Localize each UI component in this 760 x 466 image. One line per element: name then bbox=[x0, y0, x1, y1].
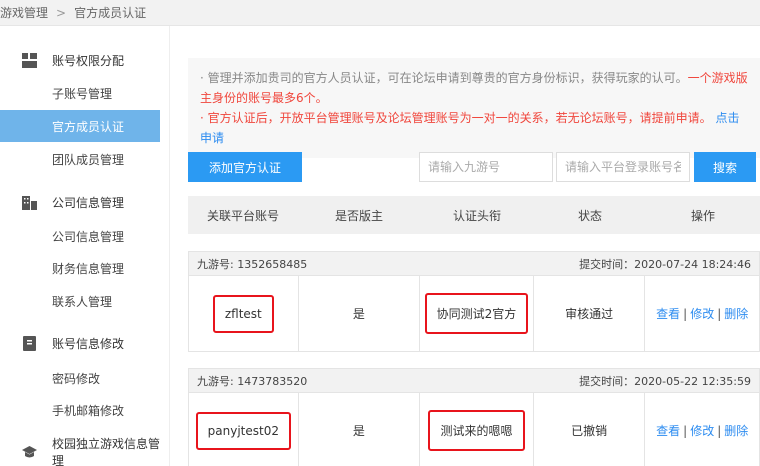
sidebar-group-label: 校园独立游戏信息管理 bbox=[52, 437, 161, 466]
table-header: 关联平台账号 是否版主 认证头衔 状态 操作 bbox=[188, 196, 760, 234]
sidebar-group-label: 账号信息修改 bbox=[52, 336, 125, 351]
search-button[interactable]: 搜索 bbox=[694, 152, 756, 182]
breadcrumb-separator: > bbox=[56, 5, 67, 20]
sidebar-item-team-members[interactable]: 团队成员管理 bbox=[0, 143, 160, 175]
auth-title: 协同测试2官方 bbox=[424, 293, 529, 334]
main-content: · 管理并添加贵司的官方人员认证，可在论坛申请到尊贵的官方身份标识，获得玩家的认… bbox=[170, 26, 760, 466]
sidebar-item-finance-info[interactable]: 财务信息管理 bbox=[0, 252, 160, 284]
sidebar-group-company-info[interactable]: 公司信息管理 bbox=[22, 192, 124, 212]
sidebar-group-label: 公司信息管理 bbox=[52, 195, 125, 210]
breadcrumb: 游戏管理 > 官方成员认证 bbox=[0, 0, 760, 26]
sidebar-item-company-info[interactable]: 公司信息管理 bbox=[0, 220, 160, 252]
record-header: 九游号: 1352658485 提交时间：2020-07-24 18:24:46 bbox=[188, 251, 760, 276]
sidebar-item-sub-accounts[interactable]: 子账号管理 bbox=[0, 77, 160, 109]
sidebar-item-password[interactable]: 密码修改 bbox=[0, 362, 160, 394]
sidebar-group-campus-games[interactable]: 校园独立游戏信息管理 bbox=[22, 437, 169, 466]
table-row: panyjtest02 是 测试来的嗯嗯 已撤销 查看 | 修改 | 删除 bbox=[188, 393, 760, 466]
header-auth-title: 认证头衔 bbox=[452, 208, 501, 223]
linked-account: panyjtest02 bbox=[195, 411, 291, 450]
header-status: 状态 bbox=[577, 208, 602, 223]
delete-link[interactable]: 删除 bbox=[724, 422, 748, 439]
graduation-cap-icon bbox=[22, 445, 37, 460]
edit-link[interactable]: 修改 bbox=[690, 422, 714, 439]
delete-link[interactable]: 删除 bbox=[724, 305, 748, 322]
linked-account: zfltest bbox=[212, 294, 274, 333]
breadcrumb-root[interactable]: 游戏管理 bbox=[0, 4, 48, 21]
auth-title: 测试来的嗯嗯 bbox=[428, 410, 525, 451]
building-icon bbox=[22, 195, 37, 210]
submit-time: 提交时间：2020-07-24 18:24:46 bbox=[579, 257, 751, 271]
table-row: zfltest 是 协同测试2官方 审核通过 查看 | 修改 | 删除 bbox=[188, 276, 760, 352]
account-name-input[interactable] bbox=[556, 152, 690, 182]
sidebar-group-label: 账号权限分配 bbox=[52, 53, 125, 68]
jiuyou-id: 九游号: 1352658485 bbox=[197, 257, 308, 271]
status: 已撤销 bbox=[571, 424, 608, 438]
sidebar-group-account-edit[interactable]: 账号信息修改 bbox=[22, 333, 124, 353]
header-linked-account: 关联平台账号 bbox=[206, 208, 279, 223]
grid-icon bbox=[22, 52, 37, 68]
sidebar-group-account-permissions[interactable]: 账号权限分配 bbox=[22, 50, 124, 70]
notice-box: · 管理并添加贵司的官方人员认证，可在论坛申请到尊贵的官方身份标识，获得玩家的认… bbox=[188, 58, 760, 158]
submit-time: 提交时间：2020-05-22 12:35:59 bbox=[579, 374, 751, 388]
is-moderator: 是 bbox=[352, 424, 365, 438]
jiuyou-id-input[interactable] bbox=[419, 152, 553, 182]
is-moderator: 是 bbox=[352, 307, 365, 321]
sidebar-item-contacts[interactable]: 联系人管理 bbox=[0, 285, 160, 317]
sidebar-item-official-member-auth[interactable]: 官方成员认证 bbox=[0, 110, 160, 142]
jiuyou-id: 九游号: 1473783520 bbox=[197, 374, 308, 388]
status: 审核通过 bbox=[565, 307, 614, 321]
view-link[interactable]: 查看 bbox=[656, 305, 680, 322]
record-header: 九游号: 1473783520 提交时间：2020-05-22 12:35:59 bbox=[188, 368, 760, 393]
sidebar: 账号权限分配 子账号管理 官方成员认证 团队成员管理 公司信息管理 公司信息管理… bbox=[0, 26, 170, 466]
header-actions: 操作 bbox=[690, 208, 715, 223]
header-is-moderator: 是否版主 bbox=[334, 208, 383, 223]
id-card-icon bbox=[22, 335, 37, 351]
notice-line1: · 管理并添加贵司的官方人员认证，可在论坛申请到尊贵的官方身份标识，获得玩家的认… bbox=[200, 71, 688, 85]
breadcrumb-current: 官方成员认证 bbox=[74, 6, 147, 20]
edit-link[interactable]: 修改 bbox=[690, 305, 714, 322]
add-official-auth-button[interactable]: 添加官方认证 bbox=[188, 152, 302, 182]
sidebar-item-phone-email[interactable]: 手机邮箱修改 bbox=[0, 394, 160, 426]
notice-line2: · 官方认证后，开放平台管理账号及论坛管理账号为一对一的关系，若无论坛账号，请提… bbox=[200, 111, 712, 125]
view-link[interactable]: 查看 bbox=[656, 422, 680, 439]
